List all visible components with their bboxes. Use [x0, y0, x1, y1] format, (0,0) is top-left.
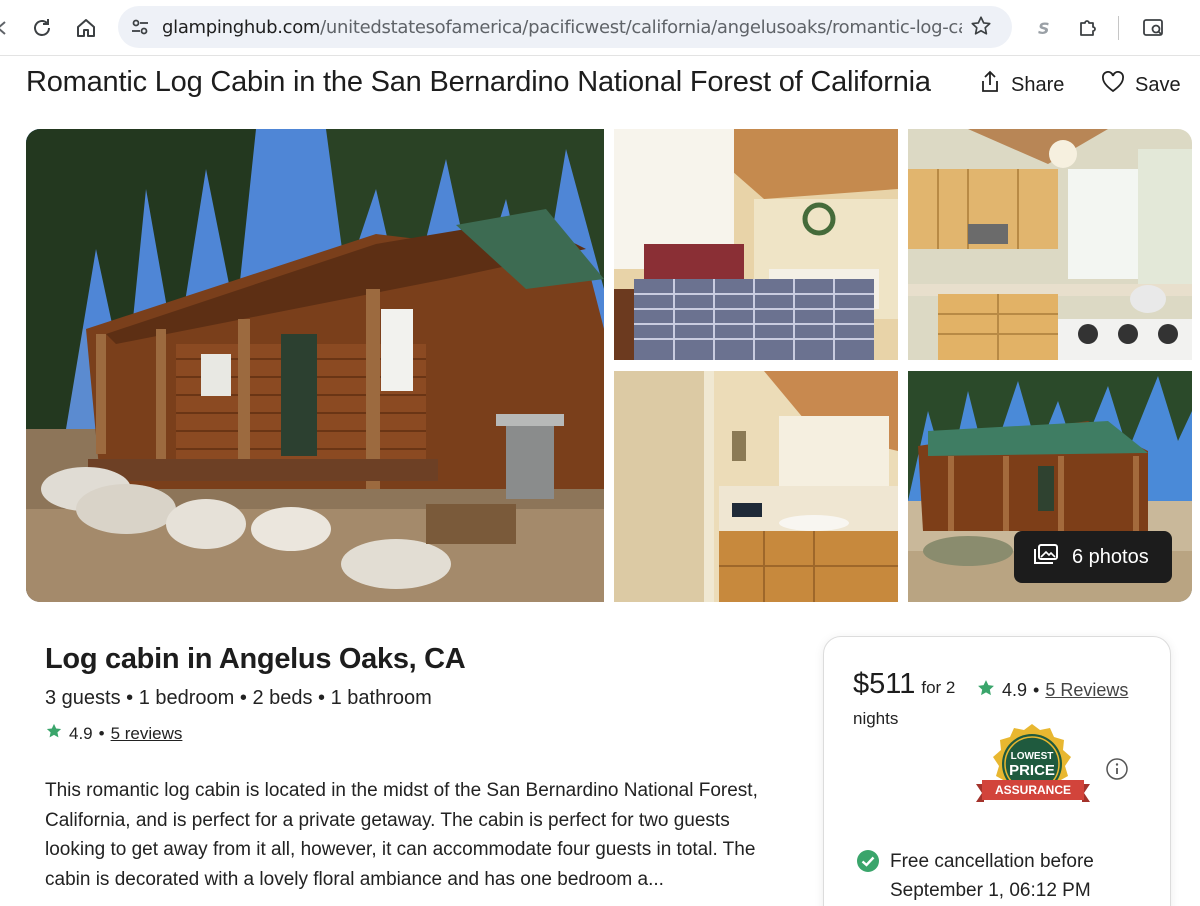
info-icon[interactable] — [1105, 757, 1129, 786]
toolbar-divider — [1118, 16, 1119, 40]
heart-icon — [1101, 71, 1125, 99]
lowest-price-badge: LOWEST PRICE ASSURANCE — [974, 722, 1094, 817]
share-icon — [979, 70, 1001, 100]
badge-ribbon-text: ASSURANCE — [995, 783, 1071, 797]
reviews-link[interactable]: 5 reviews — [111, 724, 183, 744]
bookmark-star-icon[interactable] — [970, 15, 992, 42]
price-amount: $511 — [853, 668, 916, 700]
price-nights: nights — [853, 709, 899, 728]
browser-toolbar: glampinghub.com/unitedstatesofamerica/pa… — [0, 0, 1200, 56]
listing-rating: 4.9 • 5 reviews — [45, 722, 182, 745]
listing-subtitle: Log cabin in Angelus Oaks, CA — [45, 643, 466, 675]
reload-icon[interactable] — [28, 14, 56, 42]
photo-bathroom[interactable] — [614, 371, 898, 602]
site-settings-icon[interactable] — [130, 17, 150, 42]
booking-card: $511 for 2 nights 4.9 • 5 Reviews LOWEST… — [823, 636, 1171, 906]
free-cancellation: Free cancellation before September 1, 06… — [856, 847, 1094, 905]
photos-count-label: 6 photos — [1072, 545, 1149, 568]
rating-separator: • — [98, 723, 105, 743]
share-button[interactable]: Share — [979, 70, 1064, 100]
badge-top-text: LOWEST — [1011, 751, 1054, 762]
home-icon[interactable] — [72, 14, 100, 42]
listing-description: This romantic log cabin is located in th… — [45, 780, 758, 890]
card-rating-value: 4.9 — [1002, 680, 1028, 700]
badge-main-text: PRICE — [1009, 762, 1055, 779]
url-path: /unitedstatesofamerica/pacificwest/calif… — [320, 17, 962, 38]
price-duration: for 2 — [921, 678, 956, 697]
star-icon — [45, 722, 63, 745]
cancellation-line2: September 1, 06:12 PM — [890, 880, 1091, 901]
extension-s-icon[interactable]: S — [1030, 14, 1058, 42]
page-title: Romantic Log Cabin in the San Bernardino… — [26, 66, 931, 98]
save-button[interactable]: Save — [1101, 70, 1181, 100]
star-icon — [976, 678, 996, 703]
check-circle-icon — [856, 849, 880, 905]
back-arrow-icon[interactable] — [0, 18, 8, 43]
show-all-photos-button[interactable]: 6 photos — [1014, 531, 1172, 583]
extensions-puzzle-icon[interactable] — [1074, 14, 1102, 42]
cancellation-line1: Free cancellation before — [890, 851, 1094, 872]
share-label: Share — [1011, 73, 1065, 96]
save-label: Save — [1135, 73, 1181, 96]
card-reviews-link[interactable]: 5 Reviews — [1045, 680, 1128, 701]
photo-bedroom[interactable] — [614, 129, 898, 360]
rating-value: 4.9 — [69, 723, 93, 743]
url-domain: glampinghub.com — [162, 17, 321, 38]
address-bar[interactable]: glampinghub.com/unitedstatesofamerica/pa… — [118, 6, 1012, 48]
listing-specs: 3 guests • 1 bedroom • 2 beds • 1 bathro… — [45, 687, 432, 709]
photo-cabin-exterior[interactable] — [26, 129, 604, 602]
search-tab-icon[interactable] — [1140, 14, 1168, 42]
price-line: $511 for 2 — [853, 668, 955, 701]
card-rating: 4.9 • 5 Reviews — [976, 678, 1128, 703]
card-rating-separator: • — [1033, 680, 1040, 700]
photo-gallery-icon — [1034, 544, 1058, 570]
svg-text:S: S — [1038, 19, 1050, 38]
photo-kitchen[interactable] — [908, 129, 1192, 360]
cancellation-text: Free cancellation before September 1, 06… — [890, 847, 1094, 905]
url-text[interactable]: glampinghub.com/unitedstatesofamerica/pa… — [162, 17, 962, 38]
